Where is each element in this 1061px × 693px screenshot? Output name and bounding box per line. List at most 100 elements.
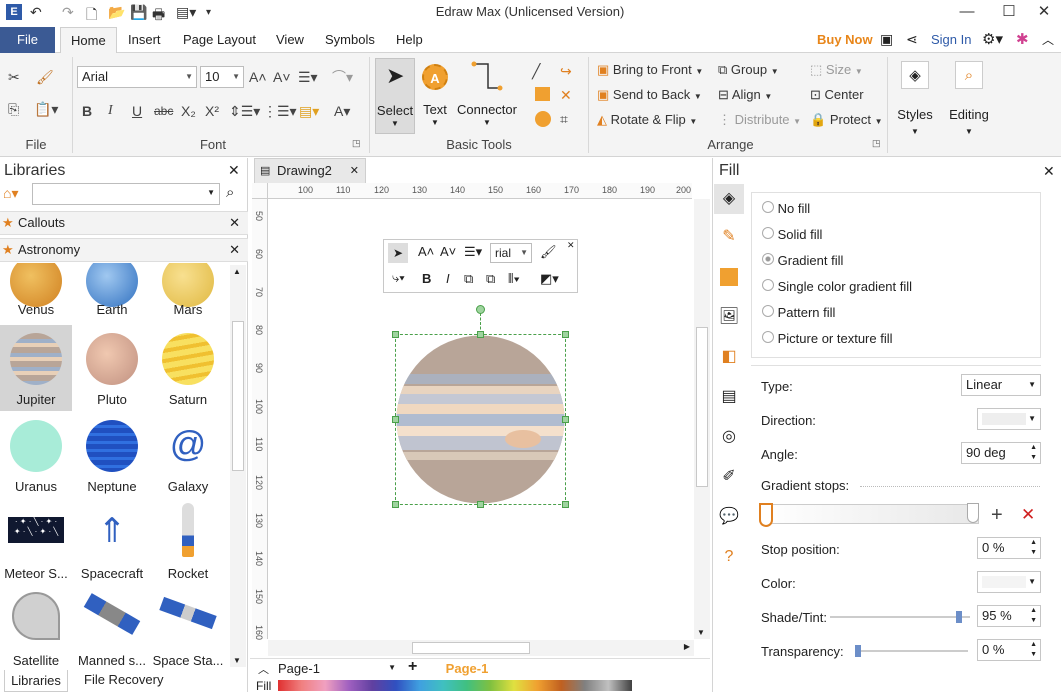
spinner-icon[interactable]: ▲ ▼ [1030,443,1037,463]
select-tool-button[interactable]: ➤ Select ▼ [375,58,415,134]
shade-tint-slider[interactable] [830,616,970,618]
font-dialog-launcher-icon[interactable]: ◳ [352,138,361,149]
resize-handle-e[interactable] [562,416,569,423]
style-icon[interactable]: ◩▾ [540,271,559,287]
scroll-thumb[interactable] [232,321,244,471]
copy-icon[interactable]: ⎘ [8,99,19,119]
comment-tab-icon[interactable]: 💬 [714,502,744,532]
shape-tab-icon[interactable] [714,262,744,292]
shape-earth[interactable]: Earth [76,263,148,321]
libraries-bottom-tab[interactable]: Libraries [4,670,68,692]
remove-stop-icon[interactable]: ✕ [1021,505,1035,525]
align-button[interactable]: ⊟ Align ▼ [718,87,772,103]
format-painter-icon[interactable]: 🖌 [36,67,54,87]
tab-home[interactable]: Home [60,27,117,54]
center-button[interactable]: ⊡ Center [810,87,864,103]
resize-handle-ne[interactable] [562,331,569,338]
scroll-down-icon[interactable]: ▼ [233,656,241,665]
paste-icon[interactable]: 📋▾ [34,99,58,119]
fill-option-solid[interactable]: Solid fill [762,227,822,242]
tab-symbols[interactable]: Symbols [315,27,385,53]
subscript-icon[interactable]: X₂ [181,101,196,121]
fill-option-gradient[interactable]: Gradient fill [762,253,843,268]
resize-handle-s[interactable] [477,501,484,508]
shade-tint-input[interactable]: 95 % ▲ ▼ [977,605,1041,627]
tab-insert[interactable]: Insert [118,27,171,53]
font-size-select[interactable]: 10 ▼ [200,66,244,88]
gradient-stop-handle-start[interactable] [759,503,773,527]
close-window-button[interactable]: ✕ [1027,0,1061,24]
rotate-flip-button[interactable]: ◭ Rotate & Flip ▼ [597,112,697,128]
shape-manned-spacecraft[interactable]: Manned s... [76,586,148,672]
strikethrough-icon[interactable]: abc [154,101,173,121]
scroll-thumb[interactable] [412,642,530,654]
font-color-icon[interactable]: A▾ [334,101,350,121]
tab-help[interactable]: Help [386,27,433,53]
shape-pluto[interactable]: Pluto [76,325,148,411]
sign-in-link[interactable]: Sign In [931,32,971,47]
customize-icon[interactable]: ▾ [206,7,211,18]
bring-forward-icon[interactable]: ⧉ [464,271,473,287]
note-tab-icon[interactable]: ✐ [714,462,744,492]
canvas-horizontal-scrollbar[interactable]: ▶ [268,640,694,656]
angle-input[interactable]: 90 deg ▲ ▼ [961,442,1041,464]
send-backward-icon[interactable]: ⧉ [486,271,495,287]
color-select[interactable]: ▼ [977,571,1041,593]
shape-rocket[interactable]: Rocket [152,499,224,585]
line-icon[interactable]: ╱ [532,61,540,81]
fill-option-pattern[interactable]: Pattern fill [762,305,835,320]
line-tab-icon[interactable]: ✎ [714,222,744,252]
redo-icon[interactable]: ↷ [62,4,74,21]
page-select[interactable]: Page-1 ▼ [278,661,396,677]
bring-to-front-button[interactable]: ▣ Bring to Front ▼ [597,62,703,78]
close-libraries-icon[interactable]: ✕ [228,162,240,179]
highlight-icon[interactable]: ▤▾ [299,101,319,121]
shape-jupiter[interactable]: Jupiter [0,325,72,411]
file-recovery-tab[interactable]: File Recovery [84,672,163,687]
save-icon[interactable]: 💾 [130,4,147,21]
float-font-select[interactable]: rial ▼ [490,243,532,263]
text-path-icon[interactable]: ⌒▾ [332,67,353,87]
share-icon[interactable]: ⋖ [906,31,918,48]
arrange-dialog-launcher-icon[interactable]: ◳ [872,138,881,149]
maximize-button[interactable]: ☐ [992,0,1026,24]
grow-font-icon[interactable]: A˄ [249,67,267,87]
circle-icon[interactable] [535,111,551,127]
superscript-icon[interactable]: X² [205,101,219,121]
scroll-up-icon[interactable]: ▲ [233,267,241,276]
shrink-font-icon[interactable]: A˅ [273,67,291,87]
pointer-icon[interactable]: ➤ [388,243,408,263]
transparency-slider[interactable] [858,650,968,652]
format-painter-icon[interactable]: 🖌 [540,244,557,260]
document-tab[interactable]: ▤ Drawing2 ✕ [254,158,366,184]
shape-spacecraft[interactable]: ⇑ Spacecraft [76,499,148,585]
shrink-font-icon[interactable]: A˅ [440,244,456,259]
fill-tab-icon[interactable]: ◈ [714,184,744,214]
scroll-right-icon[interactable]: ▶ [684,642,690,651]
spinner-icon[interactable]: ▲ ▼ [1030,640,1037,660]
cart-icon[interactable]: ▣ [880,31,893,48]
gradient-stops-bar[interactable] [761,504,979,524]
protect-button[interactable]: 🔒 Protect ▼ [810,112,883,128]
spinner-icon[interactable]: ▲ ▼ [1030,606,1037,626]
spinner-icon[interactable]: ▲ ▼ [1030,538,1037,558]
editing-button[interactable]: ⌕ Editing ▼ [945,59,993,149]
line-spacing-icon[interactable]: ⇕☰▾ [229,101,260,121]
close-category-icon[interactable]: ✕ [229,239,240,261]
library-search-input[interactable]: ▼ [32,183,220,205]
fill-option-picture[interactable]: Picture or texture fill [762,331,893,346]
page-tab[interactable]: Page-1 [432,661,502,676]
underline-icon[interactable]: U [132,101,142,121]
italic-icon[interactable]: I [446,271,450,286]
library-home-icon[interactable]: ⌂▾ [3,185,18,202]
distribute-button[interactable]: ⋮ Distribute ▼ [718,112,801,128]
shape-space-station[interactable]: Space Sta... [152,586,224,672]
scroll-thumb[interactable] [696,327,708,487]
libraries-scrollbar[interactable]: ▲ ▼ [230,265,246,667]
new-file-icon[interactable]: 🗋 [86,4,97,28]
shape-saturn[interactable]: Saturn [152,325,224,411]
image-tab-icon[interactable]: 🖼 [714,302,744,332]
export-icon[interactable]: ▤▾ [176,4,196,21]
fill-option-single-color-gradient[interactable]: Single color gradient fill [762,279,912,294]
connector-style-icon[interactable]: ⤷▾ [392,270,405,286]
